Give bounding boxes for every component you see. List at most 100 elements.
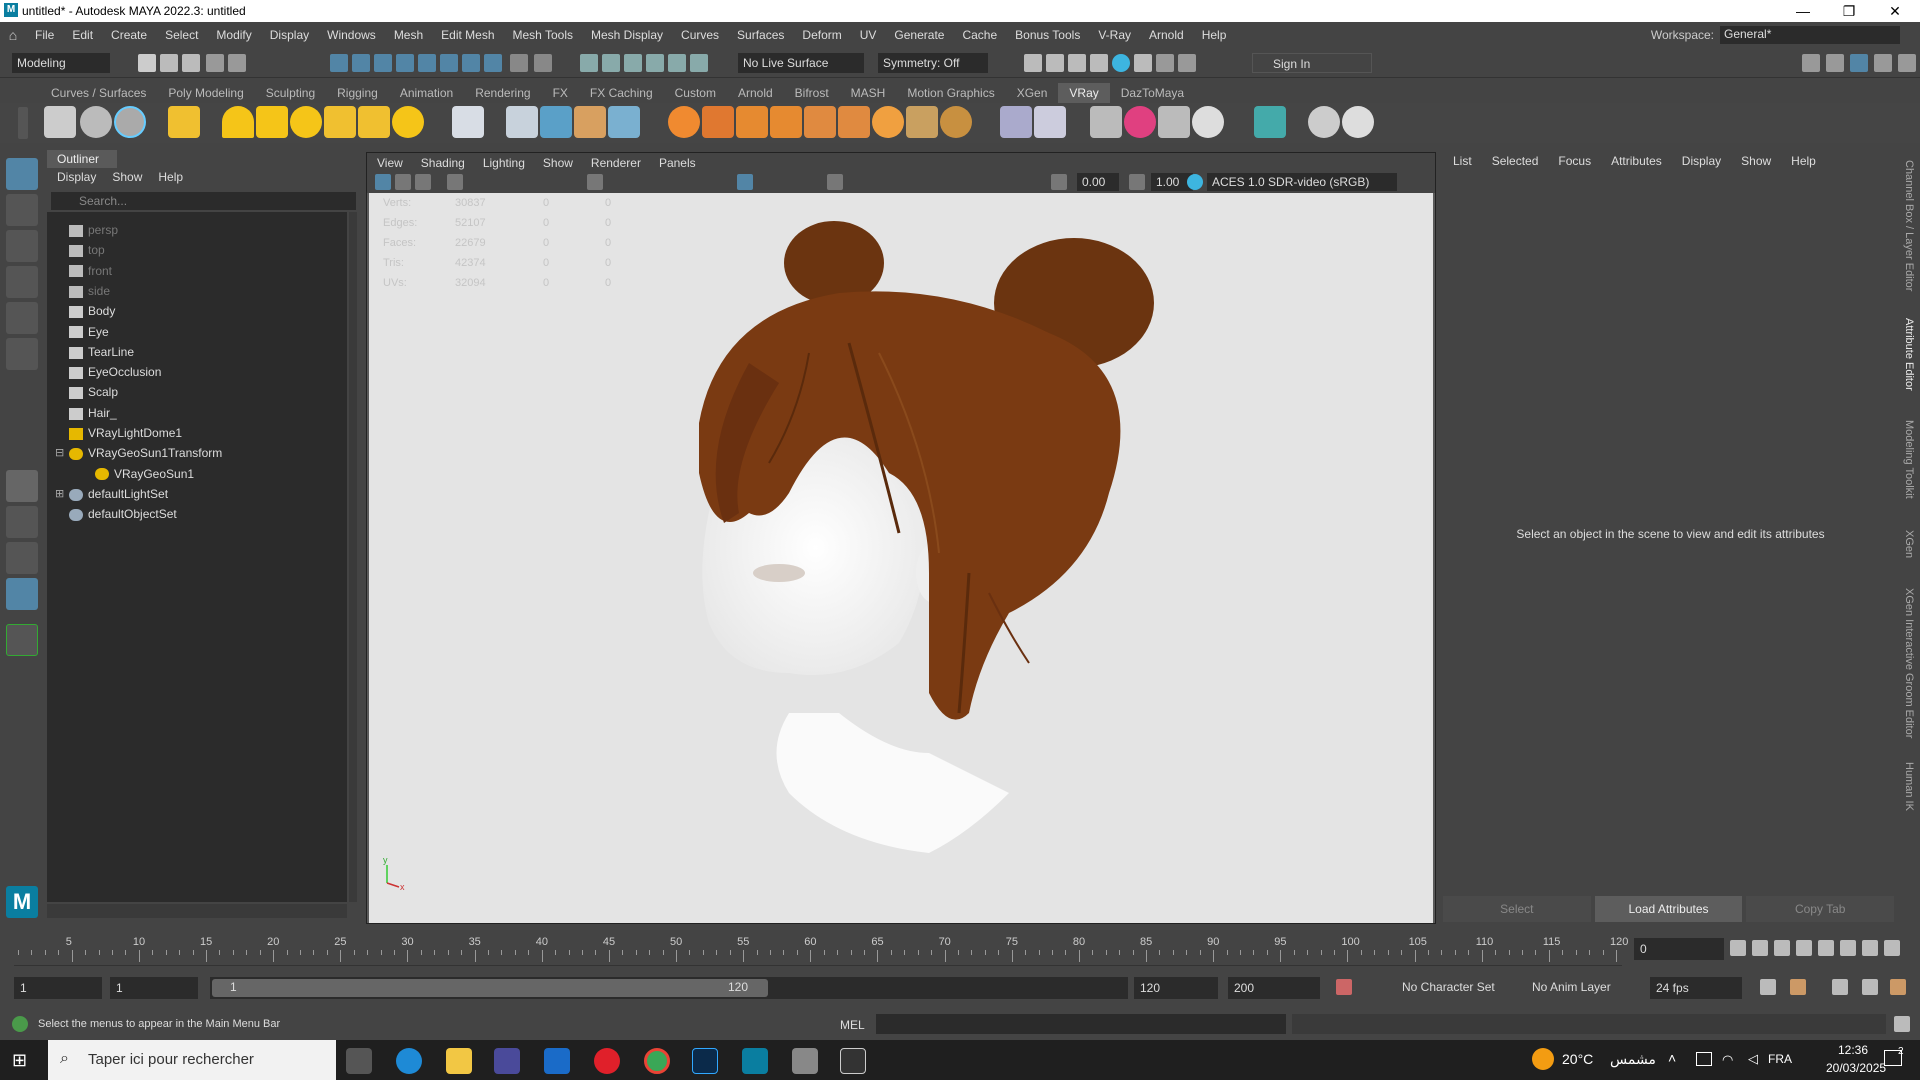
exposure-field[interactable]: 0.00	[1077, 173, 1119, 191]
outliner-item[interactable]: persp	[69, 220, 118, 240]
restore-button[interactable]: ❐	[1826, 0, 1872, 22]
side-tab-xgen[interactable]: XGen	[1903, 530, 1915, 558]
viewport-menu-lighting[interactable]: Lighting	[483, 156, 525, 170]
viewport-menu-renderer[interactable]: Renderer	[591, 156, 641, 170]
expand-icon[interactable]: ⊞	[55, 484, 64, 504]
vray-blend-icon[interactable]	[736, 106, 768, 138]
menu-mesh[interactable]: Mesh	[385, 28, 432, 42]
menu-help[interactable]: Help	[1193, 28, 1236, 42]
redo-icon[interactable]	[228, 54, 246, 72]
outliner-item[interactable]: TearLine	[69, 342, 134, 362]
vray-displacement-icon[interactable]	[574, 106, 606, 138]
animation-prefs-icon[interactable]	[1890, 979, 1906, 995]
smooth-shade-icon[interactable]	[737, 174, 753, 190]
shelf-tab-rigging[interactable]: Rigging	[326, 83, 389, 103]
chrome-icon[interactable]	[644, 1048, 670, 1074]
outlook-icon[interactable]	[544, 1048, 570, 1074]
menu-create[interactable]: Create	[102, 28, 156, 42]
vray-dome-light-icon[interactable]	[222, 106, 254, 138]
outliner-item[interactable]: top	[69, 240, 105, 260]
vray-sun-icon[interactable]	[392, 106, 424, 138]
app-window-icon[interactable]	[792, 1048, 818, 1074]
shelf-tab-xgen[interactable]: XGen	[1006, 83, 1059, 103]
chevron-up-icon[interactable]: ˄	[1668, 1050, 1676, 1066]
clock-date[interactable]: 20/03/2025	[1826, 1061, 1886, 1075]
input-language[interactable]: FRA	[1768, 1052, 1792, 1066]
vray-proxy-icon[interactable]	[506, 106, 538, 138]
task-view-icon[interactable]	[346, 1048, 372, 1074]
menu-curves[interactable]: Curves	[672, 28, 728, 42]
outliner-horizontal-scrollbar[interactable]	[47, 904, 347, 918]
menu-arnold[interactable]: Arnold	[1140, 28, 1193, 42]
live-surface-field[interactable]: No Live Surface	[738, 53, 864, 73]
menu-mesh-tools[interactable]: Mesh Tools	[504, 28, 582, 42]
network-icon[interactable]	[1696, 1052, 1712, 1066]
play-backwards-icon[interactable]	[1796, 940, 1812, 956]
sound-icon[interactable]	[1832, 979, 1848, 995]
fps-dropdown[interactable]: 24 fps	[1650, 977, 1742, 999]
open-scene-icon[interactable]	[160, 54, 178, 72]
workspace-dropdown[interactable]: General*	[1720, 26, 1900, 44]
character-controls-icon[interactable]	[1826, 54, 1844, 72]
vray-grid-icon[interactable]	[804, 106, 836, 138]
attr-menu-help[interactable]: Help	[1791, 154, 1816, 168]
menu-display[interactable]: Display	[261, 28, 318, 42]
shelf-tab-poly-modeling[interactable]: Poly Modeling	[157, 83, 254, 103]
pin-icon[interactable]	[534, 54, 552, 72]
volume-icon[interactable]: ◁	[1748, 1051, 1758, 1067]
menu-set-dropdown[interactable]: Modeling	[12, 53, 110, 73]
color-management-icon[interactable]	[1187, 174, 1203, 190]
home-icon[interactable]: ⌂	[0, 27, 26, 43]
vray-multi-icon[interactable]	[1158, 106, 1190, 138]
step-back-key-icon[interactable]	[1774, 940, 1790, 956]
outliner-menu-show[interactable]: Show	[112, 170, 142, 184]
vray-object-properties-icon[interactable]	[608, 106, 640, 138]
render-settings-icon[interactable]	[1090, 54, 1108, 72]
snap-point-icon[interactable]	[440, 54, 458, 72]
shelf-tab-motion-graphics[interactable]: Motion Graphics	[896, 83, 1005, 103]
attr-menu-attributes[interactable]: Attributes	[1611, 154, 1662, 168]
viewport-menu-view[interactable]: View	[377, 156, 403, 170]
menu-edit[interactable]: Edit	[63, 28, 102, 42]
vray-mesh-light-icon[interactable]	[324, 106, 356, 138]
menu-bonus-tools[interactable]: Bonus Tools	[1006, 28, 1089, 42]
single-view-icon[interactable]	[6, 470, 38, 502]
weather-condition[interactable]: مشمس	[1610, 1051, 1656, 1068]
vray-sphere-light-icon[interactable]	[290, 106, 322, 138]
shelf-tab-sculpting[interactable]: Sculpting	[255, 83, 326, 103]
outliner-tab[interactable]: Outliner	[47, 150, 117, 168]
render-frame-icon[interactable]	[1046, 54, 1064, 72]
vray-bump-icon[interactable]	[838, 106, 870, 138]
outliner-menu-display[interactable]: Display	[57, 170, 96, 184]
four-view-icon[interactable]	[6, 506, 38, 538]
attr-menu-display[interactable]: Display	[1682, 154, 1721, 168]
outliner-menu-help[interactable]: Help	[158, 170, 183, 184]
file-explorer-icon[interactable]	[446, 1048, 472, 1074]
vray-lister-icon[interactable]	[168, 106, 200, 138]
shelf-tab-vray[interactable]: VRay	[1058, 83, 1110, 103]
shelf-tab-fx[interactable]: FX	[542, 83, 579, 103]
menu-v-ray[interactable]: V-Ray	[1089, 28, 1140, 42]
pause-render-icon[interactable]	[1178, 54, 1196, 72]
construction-history-icon[interactable]	[646, 54, 664, 72]
outliner-item[interactable]: defaultObjectSet	[69, 504, 177, 524]
collapse-icon[interactable]: ⊟	[55, 443, 64, 463]
shelf-options-icon[interactable]	[18, 107, 28, 139]
vray-convert-icon[interactable]	[1254, 106, 1286, 138]
menu-uv[interactable]: UV	[851, 28, 886, 42]
gamma-icon[interactable]	[1129, 174, 1145, 190]
menu-generate[interactable]: Generate	[885, 28, 953, 42]
load-attributes-button[interactable]: Load Attributes	[1594, 896, 1743, 922]
input-ops-icon[interactable]	[602, 54, 620, 72]
cache-icon[interactable]	[1790, 979, 1806, 995]
vray-shader-ball-icon[interactable]	[1034, 106, 1066, 138]
search-tool-icon[interactable]	[6, 624, 38, 656]
side-tab-human-ik[interactable]: Human IK	[1903, 762, 1915, 811]
clock-time[interactable]: 12:36	[1838, 1043, 1868, 1057]
shelf-tab-daztomaya[interactable]: DazToMaya	[1110, 83, 1195, 103]
render-interactive-icon[interactable]	[1156, 54, 1174, 72]
store-icon[interactable]	[494, 1048, 520, 1074]
camera-tools-icon[interactable]	[668, 54, 686, 72]
outliner-item[interactable]: ⊞ defaultLightSet	[55, 484, 168, 504]
sign-in-button[interactable]: Sign In	[1252, 53, 1372, 73]
